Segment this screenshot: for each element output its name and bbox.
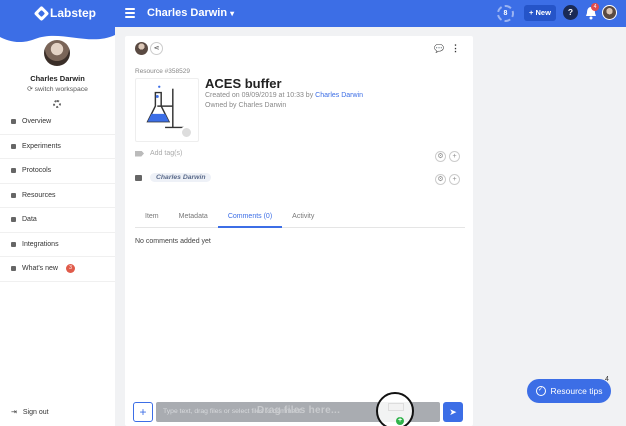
switch-workspace-link[interactable]: ⟳ switch workspace xyxy=(0,85,115,93)
send-button[interactable]: ➤ xyxy=(443,402,463,422)
owned-info: Owned by Charles Darwin xyxy=(205,102,287,109)
user-avatar[interactable] xyxy=(602,5,617,20)
sidebar-item-integrations[interactable]: Integrations xyxy=(0,233,115,257)
chevron-down-icon: ▾ xyxy=(230,8,235,18)
refresh-icon: ⟳ xyxy=(27,86,33,93)
home-icon xyxy=(11,119,16,125)
add-tag-button[interactable]: + xyxy=(449,151,460,162)
resource-tips-label: Resource tips xyxy=(550,386,603,396)
sidebar-item-experiments[interactable]: Experiments xyxy=(0,135,115,159)
help-button[interactable]: ? xyxy=(563,5,578,20)
created-info: Created on 09/09/2019 at 10:33 by Charle… xyxy=(205,92,363,99)
permission-settings-icon[interactable]: ⚙ xyxy=(435,174,446,185)
tab-comments[interactable]: Comments (0) xyxy=(217,208,283,228)
empty-comments-text: No comments added yet xyxy=(135,238,211,245)
menu-icon[interactable] xyxy=(125,8,135,18)
resource-tips-count: 4 xyxy=(605,376,609,383)
resource-id: Resource #358529 xyxy=(135,68,190,75)
tab-metadata[interactable]: Metadata xyxy=(169,208,218,228)
tab-item[interactable]: Item xyxy=(135,208,169,228)
more-options-icon[interactable]: ⋮ xyxy=(451,43,460,54)
sidebar-item-resources[interactable]: Resources xyxy=(0,184,115,208)
resource-tips-button[interactable]: ✓ Resource tips xyxy=(527,379,611,403)
whats-new-count: 3 xyxy=(65,264,75,274)
sidebar-nav: Overview Experiments Protocols Resources… xyxy=(0,110,115,282)
megaphone-icon xyxy=(11,266,16,272)
add-permission-button[interactable]: + xyxy=(449,174,460,185)
new-button[interactable]: + New xyxy=(524,5,556,21)
sidebar-item-data[interactable]: Data xyxy=(0,208,115,233)
protocols-icon xyxy=(11,168,16,174)
sidebar-item-protocols[interactable]: Protocols xyxy=(0,159,115,184)
comment-icon[interactable]: 💬 xyxy=(434,44,444,53)
dragged-file-icon xyxy=(388,403,404,411)
permissions-icon xyxy=(135,174,142,181)
tab-activity[interactable]: Activity xyxy=(282,208,324,228)
tag-row: Add tag(s) xyxy=(135,150,182,157)
labstep-logo-icon xyxy=(33,5,50,21)
sidebar-item-overview[interactable]: Overview xyxy=(0,110,115,135)
experiments-icon xyxy=(11,143,16,149)
permission-chip[interactable]: Charles Darwin xyxy=(150,173,212,182)
gear-icon[interactable] xyxy=(53,100,61,108)
sidebar-avatar[interactable] xyxy=(44,40,70,66)
drop-plus-icon: + xyxy=(396,417,404,425)
sign-out-icon: ⇥ xyxy=(11,409,17,416)
data-icon xyxy=(11,217,16,223)
resource-tabs: Item Metadata Comments (0) Activity xyxy=(135,208,465,228)
add-attachment-button[interactable]: + xyxy=(133,402,153,422)
resource-title[interactable]: ACES buffer xyxy=(205,76,282,91)
labstep-logo[interactable]: Labstep xyxy=(33,5,97,21)
progress-badge[interactable]: 8 xyxy=(497,5,514,22)
camera-icon[interactable] xyxy=(180,126,193,139)
tag-settings-icon[interactable]: ⚙ xyxy=(435,151,446,162)
workspace-switcher[interactable]: Charles Darwin ▾ xyxy=(147,7,234,19)
share-icon[interactable]: ⋖ xyxy=(150,42,163,55)
creator-link[interactable]: Charles Darwin xyxy=(315,92,363,99)
sidebar-user-name: Charles Darwin xyxy=(30,74,85,83)
sign-out-button[interactable]: ⇥ Sign out xyxy=(11,408,49,417)
add-tag-link[interactable]: Add tag(s) xyxy=(150,150,182,157)
drag-files-label: Drag files here... xyxy=(257,405,341,416)
logo-text: Labstep xyxy=(50,6,97,20)
permissions-row: Charles Darwin xyxy=(135,173,212,182)
notification-badge: 4 xyxy=(591,3,599,11)
owner-avatar[interactable] xyxy=(135,42,148,55)
sidebar-item-whats-new[interactable]: What's new 3 xyxy=(0,257,115,282)
resources-icon xyxy=(11,192,16,198)
workspace-name: Charles Darwin xyxy=(147,7,228,19)
tag-icon xyxy=(135,150,144,157)
integrations-icon xyxy=(11,241,16,247)
check-circle-icon: ✓ xyxy=(535,386,546,396)
